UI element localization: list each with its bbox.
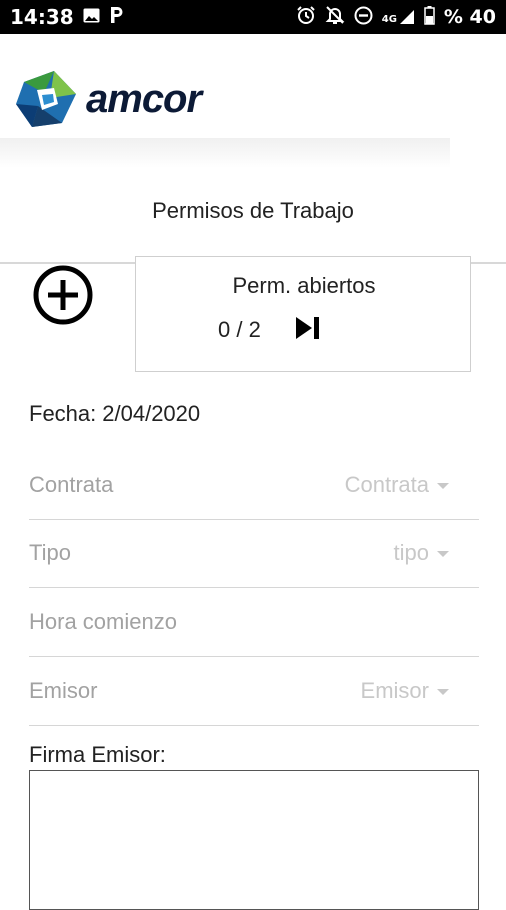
hora-comienzo-label: Hora comienzo	[29, 609, 177, 634]
status-bar-right: 4G % 40	[296, 5, 496, 29]
page-title: Permisos de Trabajo	[152, 198, 354, 223]
do-not-disturb-icon	[354, 6, 373, 29]
tipo-field[interactable]: Tipo tipo	[29, 520, 479, 588]
open-permits-count: 0 / 2	[218, 317, 261, 342]
open-permits-card[interactable]: Perm. abiertos 0 / 2	[135, 256, 471, 372]
parking-icon	[109, 6, 124, 28]
alarm-icon	[296, 5, 316, 29]
status-bar-left: 14:38	[10, 5, 124, 29]
date-label: Fecha:	[29, 401, 97, 426]
add-permit-button[interactable]	[32, 264, 94, 326]
amcor-logo-mark	[16, 71, 76, 127]
tipo-label: Tipo	[29, 540, 71, 565]
chevron-down-icon	[437, 551, 449, 558]
status-time: 14:38	[10, 5, 74, 29]
hora-comienzo-field[interactable]: Hora comienzo	[29, 589, 479, 657]
signature-label: Firma Emisor:	[29, 742, 166, 767]
header-shadow	[0, 138, 450, 168]
app-header: amcor Permisos de Trabajo	[0, 34, 506, 264]
skip-next-button[interactable]	[294, 314, 322, 342]
emisor-label: Emisor	[29, 678, 98, 703]
date-row: Fecha: 2/04/2020	[29, 401, 200, 427]
chevron-down-icon	[437, 483, 449, 490]
chevron-down-icon	[437, 689, 449, 696]
notifications-off-icon	[325, 5, 345, 29]
signal-4g-icon: 4G	[382, 9, 415, 25]
open-permits-label: Perm. abiertos	[232, 273, 376, 298]
battery-percent: % 40	[443, 6, 496, 28]
signature-pad[interactable]	[29, 770, 479, 910]
emisor-select[interactable]: Emisor	[361, 678, 449, 704]
status-bar: 14:38 4G % 40	[0, 0, 506, 34]
emisor-field[interactable]: Emisor Emisor	[29, 658, 479, 726]
logo-text: amcor	[86, 76, 202, 121]
network-type: 4G	[381, 14, 397, 25]
image-icon	[83, 8, 100, 27]
date-value: 2/04/2020	[102, 401, 201, 426]
add-circle-icon	[33, 265, 93, 325]
tipo-select[interactable]: tipo	[394, 540, 449, 566]
contrata-select[interactable]: Contrata	[345, 472, 449, 498]
contrata-label: Contrata	[29, 472, 114, 497]
contrata-field[interactable]: Contrata Contrata	[29, 452, 479, 520]
amcor-logo: amcor	[14, 68, 202, 130]
skip-next-icon	[296, 317, 319, 339]
battery-icon	[424, 5, 435, 29]
